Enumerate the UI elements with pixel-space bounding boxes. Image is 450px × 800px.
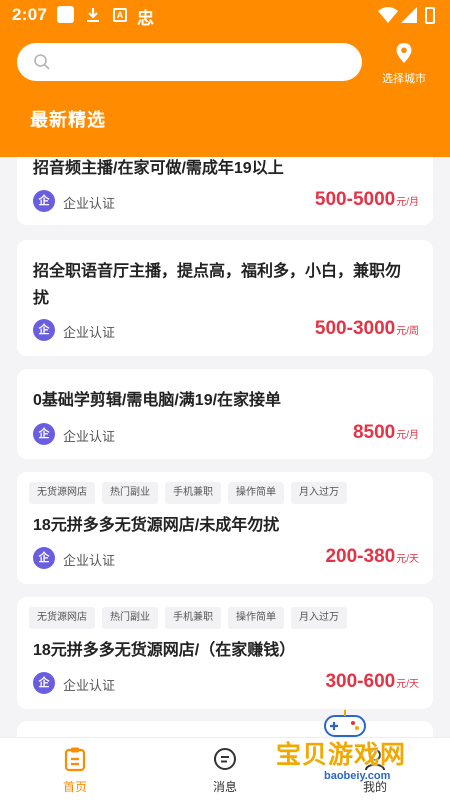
tag-list: 无货源网店 热门副业 手机兼职 操作简单 月入过万 <box>29 482 354 504</box>
search-input[interactable] <box>17 43 362 81</box>
job-title: 18元拼多多无货源网店/（在家赚钱） <box>33 642 296 659</box>
job-card[interactable]: 招全职语音厅主播，提点高，福利多，小白，兼职勿扰 企 企业认证 500-3000… <box>17 240 433 356</box>
salary-value: 300-600 <box>325 671 396 692</box>
nav-messages-label: 消息 <box>212 780 237 794</box>
watermark: 宝贝游戏网 baobeiy.com <box>272 710 422 790</box>
salary-value: 500-3000 <box>314 318 396 339</box>
company-cert-label: 企业认证 <box>63 678 116 693</box>
tag-list: 无货源网店 热门副业 手机兼职 操作简单 月入过万 <box>29 607 354 629</box>
salary: 500-5000元/月 <box>315 189 419 211</box>
salary-value: 500-5000 <box>314 189 396 210</box>
company-cert-label: 企业认证 <box>63 553 116 568</box>
salary: 8500元/月 <box>353 422 419 444</box>
message-icon <box>214 748 236 770</box>
tag: 热门副业 <box>102 482 158 504</box>
search-icon <box>34 54 50 70</box>
tag: 操作简单 <box>228 482 284 504</box>
company-cert-icon: 企 <box>33 190 55 212</box>
salary-unit: 元/周 <box>396 326 419 337</box>
signal-icon <box>401 7 417 23</box>
tag: 热门副业 <box>102 607 158 629</box>
job-title: 0基础学剪辑/需电脑/满19/在家接单 <box>33 392 282 409</box>
city-label: 选择城市 <box>382 73 426 85</box>
status-time: 2:07 <box>12 5 48 24</box>
tag: 月入过万 <box>291 607 347 629</box>
salary: 200-380元/天 <box>325 546 419 568</box>
company-cert-icon: 企 <box>33 423 55 445</box>
tag: 无货源网店 <box>29 482 95 504</box>
nav-home-label: 首页 <box>62 780 87 794</box>
city-picker-button[interactable]: 选择城市 <box>372 40 436 88</box>
salary-value: 200-380 <box>325 546 396 567</box>
salary-value: 8500 <box>352 422 396 443</box>
tag: 无货源网店 <box>29 607 95 629</box>
job-card[interactable]: 无货源网店 热门副业 手机兼职 操作简单 月入过万 18元拼多多无货源网店/（在家赚钱）… <box>17 597 433 709</box>
salary-unit: 元/天 <box>396 679 419 690</box>
app-square-icon <box>57 6 74 23</box>
header: 2:07 A 忠 选择城市 最新精选 <box>0 0 450 157</box>
salary: 500-3000元/周 <box>315 318 419 340</box>
section-title: 最新精选 <box>30 110 106 130</box>
download-icon <box>87 8 99 22</box>
status-bar: 2:07 A 忠 <box>0 0 450 30</box>
watermark-url: baobeiy.com <box>324 770 391 782</box>
company-cert-label: 企业认证 <box>63 325 116 340</box>
watermark-text: 宝贝游戏网 <box>276 741 407 769</box>
job-card[interactable]: 0基础学剪辑/需电脑/满19/在家接单 企 企业认证 8500元/月 <box>17 369 433 459</box>
wifi-icon <box>378 7 398 23</box>
tag: 手机兼职 <box>165 607 221 629</box>
job-card[interactable]: 招音频主播/在家可做/需成年19以上 企 企业认证 500-5000元/月 <box>17 157 433 225</box>
company-cert-icon: 企 <box>33 672 55 694</box>
company-cert-icon: 企 <box>33 319 55 341</box>
job-list[interactable]: 招音频主播/在家可做/需成年19以上 企 企业认证 500-5000元/月 招全… <box>0 157 450 737</box>
nav-messages[interactable]: 消息 <box>185 738 265 800</box>
location-pin-icon <box>396 43 412 63</box>
salary-unit: 元/天 <box>396 554 419 565</box>
salary-unit: 元/月 <box>396 197 419 208</box>
salary-unit: 元/月 <box>396 430 419 441</box>
a-box-icon: A <box>113 8 127 22</box>
job-title: 招音频主播/在家可做/需成年19以上 <box>33 160 284 177</box>
company-cert-icon: 企 <box>33 547 55 569</box>
job-title: 招全职语音厅主播，提点高，福利多，小白，兼职勿扰 <box>33 263 402 307</box>
nav-home[interactable]: 首页 <box>35 738 115 800</box>
salary: 300-600元/天 <box>325 671 419 693</box>
tag: 月入过万 <box>291 482 347 504</box>
chinese-glyph-icon: 忠 <box>137 9 154 28</box>
job-title: 18元拼多多无货源网店/未成年勿扰 <box>33 517 280 534</box>
home-clipboard-icon <box>64 747 86 772</box>
company-cert-label: 企业认证 <box>63 196 116 211</box>
job-card[interactable]: 无货源网店 热门副业 手机兼职 操作简单 月入过万 18元拼多多无货源网店/未成年勿扰 … <box>17 472 433 584</box>
tag: 操作简单 <box>228 607 284 629</box>
company-cert-label: 企业认证 <box>63 429 116 444</box>
tag: 手机兼职 <box>165 482 221 504</box>
battery-icon <box>425 7 435 24</box>
